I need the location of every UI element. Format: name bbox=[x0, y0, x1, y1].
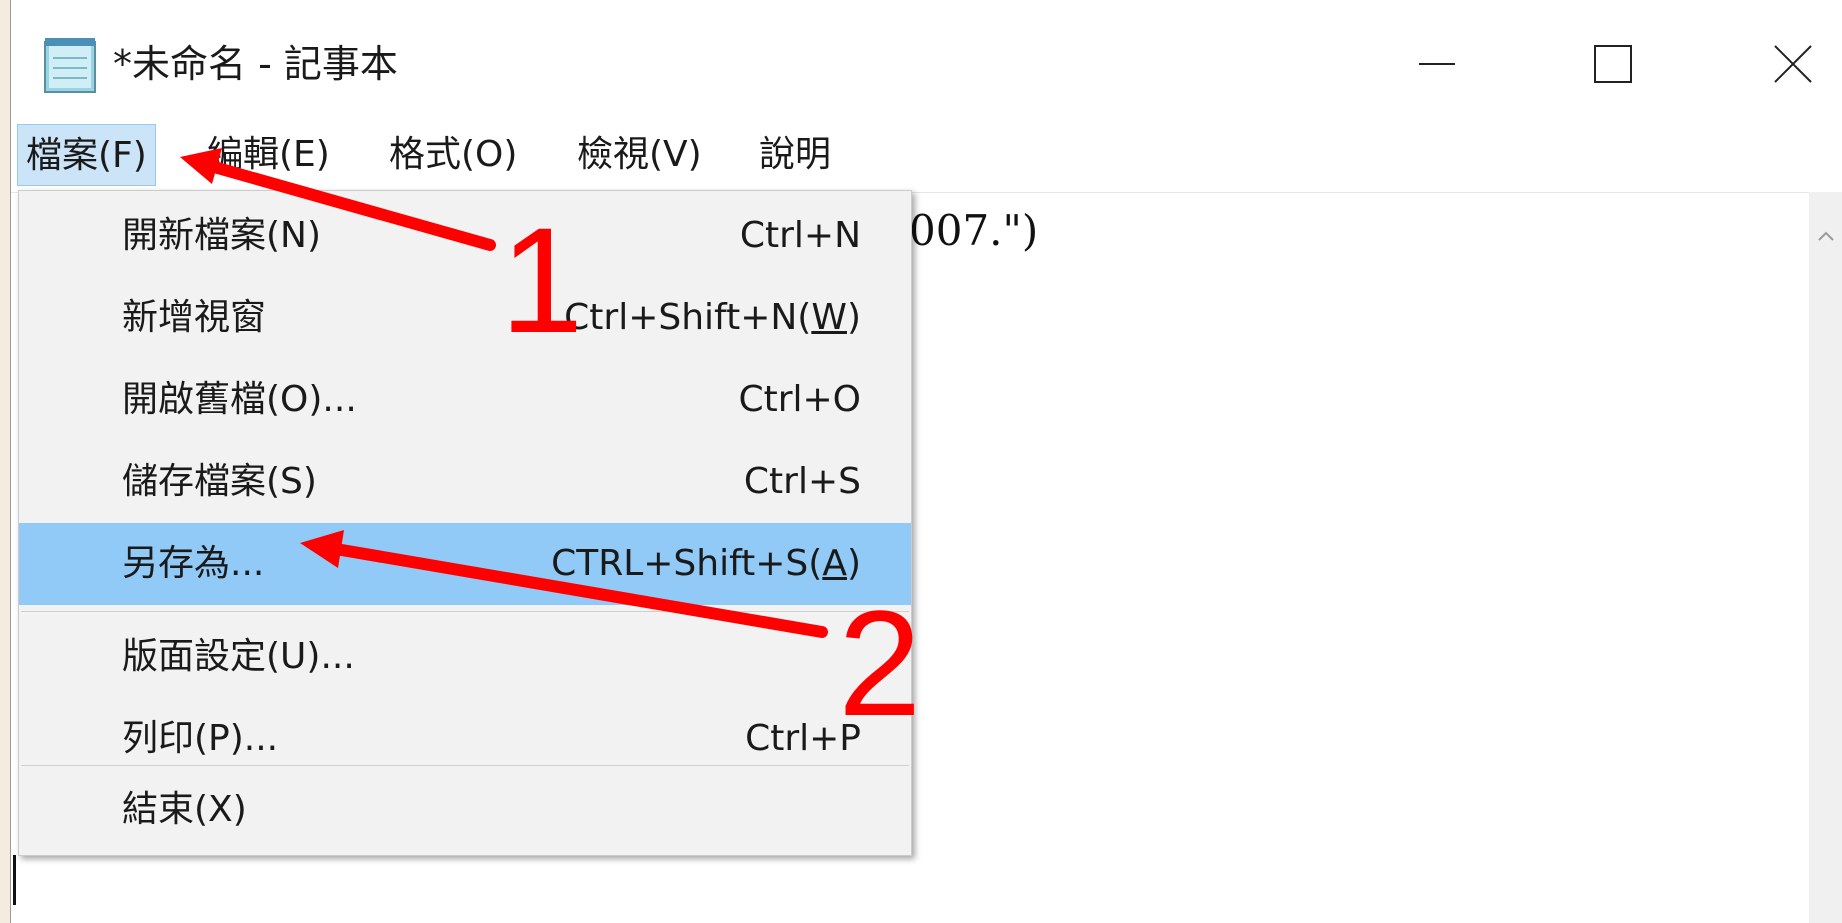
menu-separator bbox=[21, 765, 909, 766]
menu-item-label: 結束(X) bbox=[122, 789, 247, 830]
menu-item-exit[interactable]: 結束(X) bbox=[19, 769, 911, 851]
menu-item-label: 開啟舊檔(O)... bbox=[122, 379, 357, 420]
menu-item-label: 儲存檔案(S) bbox=[122, 461, 317, 502]
file-menu-dropdown: 開新檔案(N) Ctrl+N 新增視窗 Ctrl+Shift+N(W) 開啟舊檔… bbox=[18, 190, 912, 856]
step-number-1: 1 bbox=[500, 196, 584, 364]
menu-item-label: 開新檔案(N) bbox=[122, 215, 322, 256]
menu-item-shortcut: Ctrl+Shift+N(W) bbox=[564, 277, 861, 359]
menu-file[interactable]: 檔案(F) bbox=[17, 124, 156, 186]
maximize-icon bbox=[1594, 45, 1632, 83]
notepad-icon bbox=[44, 38, 96, 93]
minimize-button[interactable] bbox=[1401, 28, 1473, 100]
menu-item-label: 列印(P)... bbox=[122, 718, 279, 759]
menu-item-new-window[interactable]: 新增視窗 Ctrl+Shift+N(W) bbox=[19, 277, 911, 359]
shortcut-text: CTRL+Shift+S( bbox=[551, 543, 823, 584]
menu-item-save-as[interactable]: 另存為... CTRL+Shift+S(A) bbox=[19, 523, 911, 605]
shortcut-text-end: ) bbox=[846, 297, 861, 338]
close-button[interactable] bbox=[1757, 28, 1829, 100]
menu-edit[interactable]: 編輯(E) bbox=[207, 124, 330, 186]
menu-item-shortcut: Ctrl+O bbox=[738, 379, 861, 420]
menu-item-shortcut: Ctrl+N bbox=[739, 215, 861, 256]
close-icon bbox=[1774, 45, 1812, 83]
menu-item-page-setup[interactable]: 版面設定(U)... bbox=[19, 616, 911, 698]
shortcut-access-key: W bbox=[811, 297, 847, 338]
menu-item-new[interactable]: 開新檔案(N) Ctrl+N bbox=[19, 195, 911, 277]
text-caret bbox=[13, 855, 16, 905]
menu-item-print[interactable]: 列印(P)... Ctrl+P bbox=[19, 698, 911, 780]
minimize-icon bbox=[1419, 63, 1455, 65]
menu-item-save[interactable]: 儲存檔案(S) Ctrl+S bbox=[19, 441, 911, 523]
shortcut-access-key: A bbox=[822, 543, 847, 584]
shortcut-text: Ctrl+Shift+N( bbox=[564, 297, 812, 338]
scroll-up-icon[interactable] bbox=[1813, 224, 1839, 250]
menu-item-label: 新增視窗 bbox=[122, 297, 267, 338]
menu-format[interactable]: 格式(O) bbox=[389, 124, 517, 186]
menu-item-open[interactable]: 開啟舊檔(O)... Ctrl+O bbox=[19, 359, 911, 441]
shortcut-text-end: ) bbox=[846, 543, 861, 584]
step-number-2: 2 bbox=[838, 579, 922, 747]
menu-bar: 檔案(F) 編輯(E) 格式(O) 檢視(V) 說明 bbox=[11, 118, 1842, 192]
menu-item-shortcut: Ctrl+S bbox=[743, 461, 861, 502]
title-bar[interactable]: *未命名 - 記事本 bbox=[11, 0, 1842, 118]
window-title: *未命名 - 記事本 bbox=[113, 42, 398, 86]
vertical-scrollbar[interactable] bbox=[1809, 192, 1842, 923]
menu-item-label: 版面設定(U)... bbox=[122, 636, 355, 677]
menu-help[interactable]: 說明 bbox=[759, 124, 831, 186]
maximize-button[interactable] bbox=[1577, 28, 1649, 100]
menu-separator bbox=[21, 611, 909, 612]
editor-text: 007.") bbox=[909, 206, 1039, 255]
menu-item-shortcut: CTRL+Shift+S(A) bbox=[551, 523, 861, 605]
menu-view[interactable]: 檢視(V) bbox=[577, 124, 702, 186]
menu-item-label: 另存為... bbox=[122, 543, 265, 584]
